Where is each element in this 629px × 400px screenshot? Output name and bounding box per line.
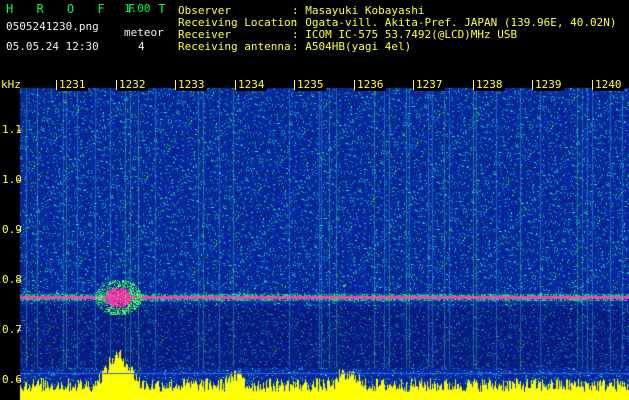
y-tick-1-0: 1.0 <box>2 173 22 186</box>
y-tick-0-8: 0.8 <box>2 273 22 286</box>
minute-label-1239: 1239 <box>533 78 564 91</box>
y-tick-0-9: 0.9 <box>2 223 22 236</box>
meteor-count: 4 <box>138 40 145 53</box>
app-version: 1.00 <box>124 2 151 15</box>
timestamp: 05.05.24 12:30 <box>6 40 99 53</box>
spectrogram <box>0 78 629 400</box>
minute-label-1234: 1234 <box>236 78 267 91</box>
meteor-label: meteor <box>124 26 164 39</box>
minute-label-1231: 1231 <box>57 78 88 91</box>
minute-label-1236: 1236 <box>355 78 386 91</box>
filename: 0505241230.png <box>6 20 99 33</box>
minute-label-1233: 1233 <box>176 78 207 91</box>
y-tick-0-6: 0.6 <box>2 373 22 386</box>
y-tick-0-7: 0.7 <box>2 323 22 336</box>
antenna-value: : A504HB(yagi 4el) <box>292 40 412 53</box>
y-tick-1-1: 1.1 <box>2 123 22 136</box>
minute-label-1240: 1240 <box>593 78 624 91</box>
axis-unit: kHz <box>1 78 21 91</box>
header-panel: H R O F F T 1.00 0505241230.png meteor 0… <box>0 0 629 78</box>
minute-label-1232: 1232 <box>117 78 148 91</box>
minute-label-1237: 1237 <box>414 78 445 91</box>
minute-label-1238: 1238 <box>474 78 505 91</box>
antenna-label: Receiving antenna <box>178 40 291 53</box>
minute-label-1235: 1235 <box>295 78 326 91</box>
